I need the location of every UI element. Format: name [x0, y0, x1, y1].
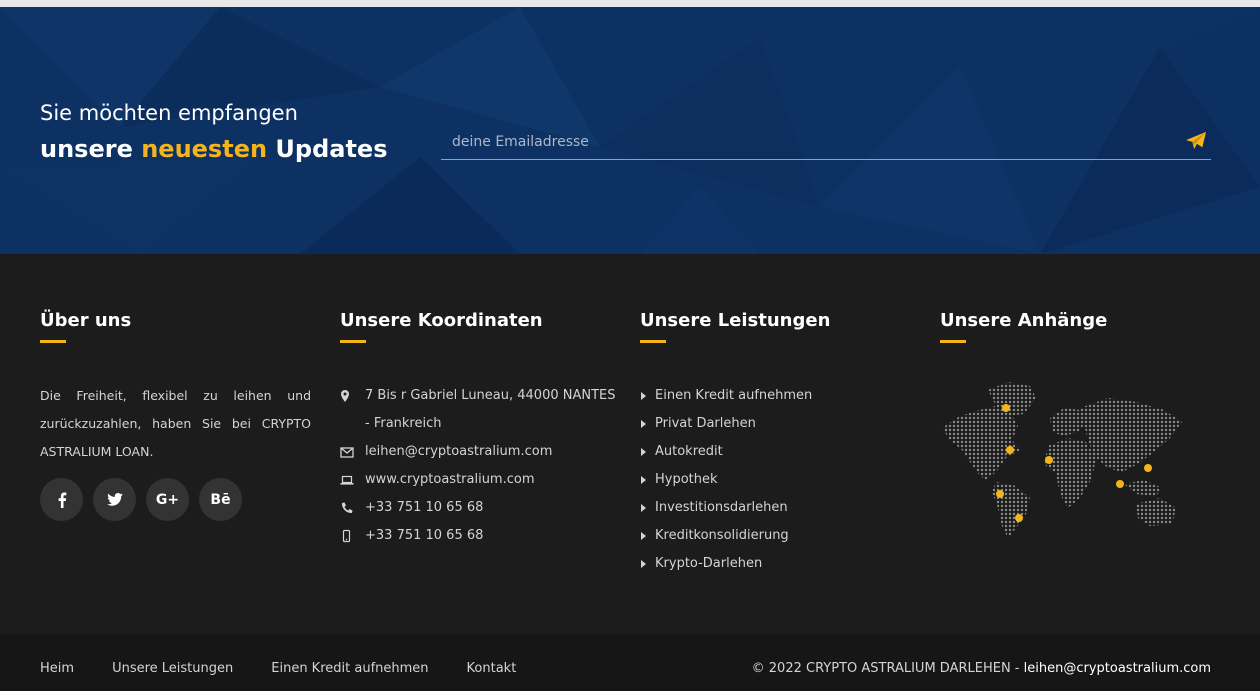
- title-underline: [40, 340, 66, 343]
- service-link[interactable]: Hypothek: [640, 466, 900, 494]
- nav-link-contact[interactable]: Kontakt: [467, 661, 517, 676]
- services-title: Unsere Leistungen: [640, 310, 831, 331]
- footer-bottom: Heim Unsere Leistungen Einen Kredit aufn…: [0, 634, 1260, 691]
- copyright-text: © 2022 CRYPTO ASTRALIUM DARLEHEN -: [751, 661, 1024, 676]
- coordinates-list: 7 Bis r Gabriel Luneau, 44000 NANTES - F…: [340, 382, 620, 550]
- heading-highlight: neuesten: [141, 135, 268, 163]
- nav-link-home[interactable]: Heim: [40, 661, 74, 676]
- service-link[interactable]: Autokredit: [640, 438, 900, 466]
- facebook-icon[interactable]: [40, 478, 83, 521]
- title-underline: [940, 340, 966, 343]
- social-links: G+ Bē: [40, 478, 242, 521]
- branches-title: Unsere Anhänge: [940, 310, 1108, 331]
- service-link[interactable]: Einen Kredit aufnehmen: [640, 382, 900, 410]
- copyright-email-link[interactable]: leihen@cryptoastralium.com: [1024, 661, 1211, 676]
- behance-icon[interactable]: Bē: [199, 478, 242, 521]
- heading-text: unsere: [40, 135, 142, 163]
- newsletter-heading-line2: unsere neuesten Updates: [40, 135, 388, 163]
- copyright: © 2022 CRYPTO ASTRALIUM DARLEHEN - leihe…: [752, 661, 1211, 676]
- about-text: Die Freiheit, flexibel zu leihen und zur…: [40, 388, 311, 459]
- envelope-icon: [340, 447, 354, 458]
- email-item[interactable]: leihen@cryptoastralium.com: [340, 438, 620, 466]
- paper-plane-icon[interactable]: [1185, 131, 1207, 151]
- title-underline: [640, 340, 666, 343]
- title-underline: [340, 340, 366, 343]
- world-map-icon: [942, 382, 1182, 538]
- twitter-icon[interactable]: [93, 478, 136, 521]
- phone-icon: [341, 502, 353, 514]
- email-text: leihen@cryptoastralium.com: [365, 444, 553, 459]
- heading-text: Updates: [267, 135, 388, 163]
- about-title: Über uns: [40, 310, 132, 331]
- service-link[interactable]: Investitionsdarlehen: [640, 494, 900, 522]
- phone-item[interactable]: +33 751 10 65 68: [340, 494, 620, 522]
- address-item: 7 Bis r Gabriel Luneau, 44000 NANTES - F…: [340, 382, 620, 438]
- mobile-text: +33 751 10 65 68: [365, 528, 484, 543]
- address-text: 7 Bis r Gabriel Luneau, 44000 NANTES - F…: [365, 388, 616, 431]
- map-marker-icon: [341, 390, 349, 402]
- coordinates-title: Unsere Koordinaten: [340, 310, 543, 331]
- google-plus-icon[interactable]: G+: [146, 478, 189, 521]
- service-link[interactable]: Kreditkonsolidierung: [640, 522, 900, 550]
- service-link[interactable]: Privat Darlehen: [640, 410, 900, 438]
- phone-text: +33 751 10 65 68: [365, 500, 484, 515]
- bottom-nav: Heim Unsere Leistungen Einen Kredit aufn…: [40, 661, 554, 676]
- website-text: www.cryptoastralium.com: [365, 472, 535, 487]
- footer-main: Über uns Die Freiheit, flexibel zu leihe…: [0, 254, 1260, 634]
- website-item[interactable]: www.cryptoastralium.com: [340, 466, 620, 494]
- nav-link-services[interactable]: Unsere Leistungen: [112, 661, 233, 676]
- newsletter-section: Sie möchten empfangen unsere neuesten Up…: [0, 7, 1260, 254]
- laptop-icon: [340, 475, 354, 485]
- mobile-item[interactable]: +33 751 10 65 68: [340, 522, 620, 550]
- mobile-icon: [342, 529, 351, 543]
- newsletter-form: [441, 125, 1211, 160]
- top-strip: [0, 0, 1260, 7]
- services-list: Einen Kredit aufnehmen Privat Darlehen A…: [640, 382, 900, 578]
- newsletter-heading-line1: Sie möchten empfangen: [40, 101, 298, 125]
- service-link[interactable]: Krypto-Darlehen: [640, 550, 900, 578]
- nav-link-loan[interactable]: Einen Kredit aufnehmen: [271, 661, 428, 676]
- email-input[interactable]: [441, 125, 1161, 159]
